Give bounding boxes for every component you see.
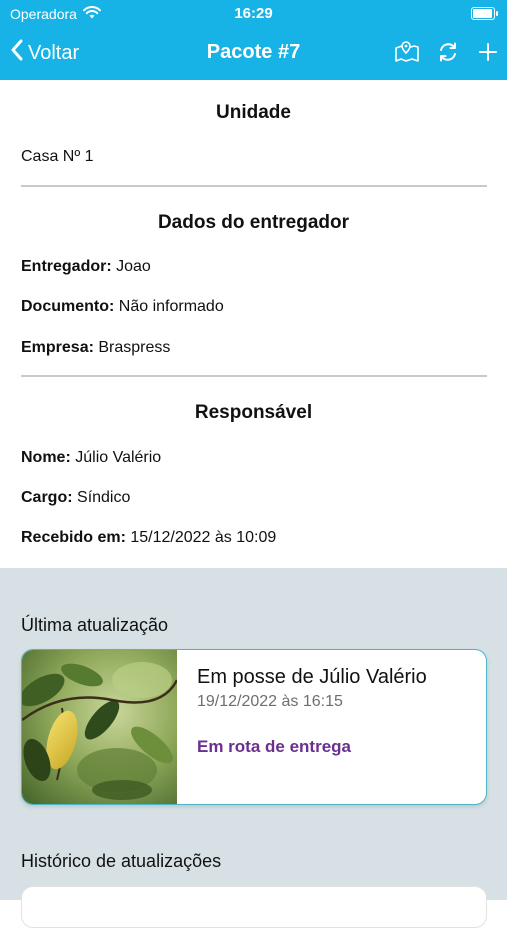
field-label: Entregador:	[21, 258, 112, 275]
refresh-button[interactable]	[434, 40, 462, 68]
field-value: Júlio Valério	[75, 449, 162, 466]
field-value: Joao	[116, 258, 151, 275]
back-button[interactable]: Voltar	[10, 39, 79, 67]
divider	[21, 375, 487, 377]
status-bar: Operadora 16:29	[0, 0, 507, 28]
refresh-icon	[437, 41, 459, 68]
field-value: 15/12/2022 às 10:09	[130, 529, 277, 546]
responsible-name-row: Nome: Júlio Valério	[21, 449, 161, 467]
battery-icon	[471, 7, 498, 20]
back-label: Voltar	[28, 41, 80, 64]
deliverer-heading: Dados do entregador	[157, 212, 350, 233]
history-card[interactable]	[21, 886, 487, 928]
chevron-left-icon	[10, 39, 24, 67]
map-button[interactable]	[393, 40, 421, 68]
field-label: Cargo:	[21, 489, 73, 506]
responsible-received-row: Recebido em: 15/12/2022 às 10:09	[21, 529, 276, 547]
update-status: Em rota de entrega	[197, 737, 351, 756]
responsible-role-row: Cargo: Síndico	[21, 489, 130, 507]
history-heading: Histórico de atualizações	[21, 851, 222, 871]
last-update-card[interactable]: Em posse de Júlio Valério 19/12/2022 às …	[21, 649, 487, 805]
plus-icon	[478, 42, 498, 67]
last-update-heading: Última atualização	[21, 615, 169, 635]
field-label: Documento:	[21, 298, 115, 315]
map-icon	[394, 40, 420, 69]
field-label: Empresa:	[21, 339, 94, 356]
responsible-heading: Responsável	[194, 402, 313, 423]
field-label: Recebido em:	[21, 529, 126, 546]
unit-heading: Unidade	[216, 102, 291, 123]
deliverer-document-row: Documento: Não informado	[21, 298, 224, 316]
field-value: Síndico	[77, 489, 131, 506]
update-date: 19/12/2022 às 16:15	[197, 693, 343, 710]
nav-bar: Voltar Pacote #7	[0, 28, 507, 80]
divider	[21, 185, 487, 187]
deliverer-name-row: Entregador: Joao	[21, 258, 151, 276]
update-title: Em posse de Júlio Valério	[197, 666, 427, 688]
deliverer-company-row: Empresa: Braspress	[21, 339, 170, 357]
unit-value: Casa Nº 1	[21, 148, 94, 165]
status-time: 16:29	[234, 5, 273, 22]
field-value: Não informado	[118, 298, 224, 315]
add-button[interactable]	[474, 40, 502, 68]
field-label: Nome:	[21, 449, 71, 466]
package-photo	[22, 650, 179, 804]
field-value: Braspress	[98, 339, 171, 356]
